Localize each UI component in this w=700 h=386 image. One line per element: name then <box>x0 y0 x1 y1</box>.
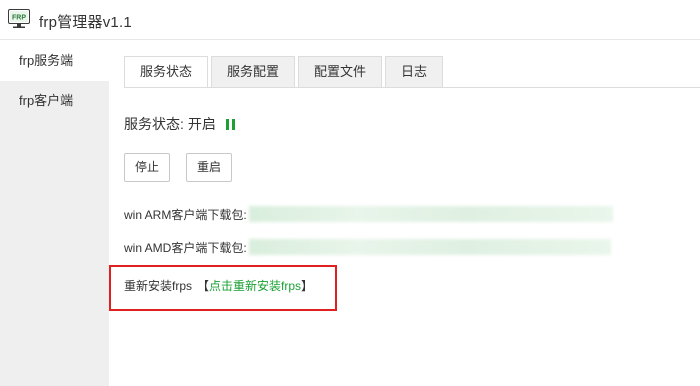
reinstall-link[interactable]: 点击重新安装frps <box>209 277 301 294</box>
monitor-icon: FRP <box>8 9 30 28</box>
tab-bar: 服务状态 服务配置 配置文件 日志 <box>124 56 446 88</box>
pause-icon <box>225 118 235 130</box>
download-label-arm: win ARM客户端下载包: <box>124 207 247 222</box>
restart-button[interactable]: 重启 <box>186 153 232 182</box>
tab-log[interactable]: 日志 <box>385 56 444 87</box>
title-bar: FRP frp管理器v1.1 <box>0 0 700 40</box>
download-label-amd: win AMD客户端下载包: <box>124 240 247 255</box>
app-icon-text: FRP <box>12 15 26 22</box>
main-content: 服务状态 服务配置 配置文件 日志 服务状态: 开启 停止 重启 win ARM… <box>109 41 700 386</box>
download-link-amd-redacted[interactable] <box>248 239 611 255</box>
download-link-arm-redacted[interactable] <box>248 206 613 222</box>
status-label: 服务状态: <box>124 116 184 132</box>
reinstall-label: 重新安装frps <box>124 279 193 293</box>
sidebar-item-frp-server[interactable]: frp服务端 <box>0 41 109 81</box>
tab-config-file[interactable]: 配置文件 <box>298 56 383 87</box>
stop-button[interactable]: 停止 <box>124 153 170 182</box>
tab-divider <box>124 87 700 88</box>
service-status: 服务状态: 开启 <box>124 114 235 134</box>
tab-service-status[interactable]: 服务状态 <box>124 56 209 88</box>
tab-service-config[interactable]: 服务配置 <box>211 56 296 87</box>
download-row-arm: win ARM客户端下载包: <box>124 205 613 223</box>
reinstall-bracket-open: 【 <box>197 279 210 293</box>
status-value: 开启 <box>187 116 216 132</box>
reinstall-row: 重新安装frps 【 点击重新安装frps 】 <box>124 277 313 294</box>
app-title: frp管理器v1.1 <box>39 14 132 31</box>
sidebar: frp服务端 frp客户端 <box>0 41 109 386</box>
sidebar-item-frp-client[interactable]: frp客户端 <box>0 81 109 121</box>
reinstall-bracket-close: 】 <box>301 279 314 293</box>
download-row-amd: win AMD客户端下载包: <box>124 238 611 256</box>
